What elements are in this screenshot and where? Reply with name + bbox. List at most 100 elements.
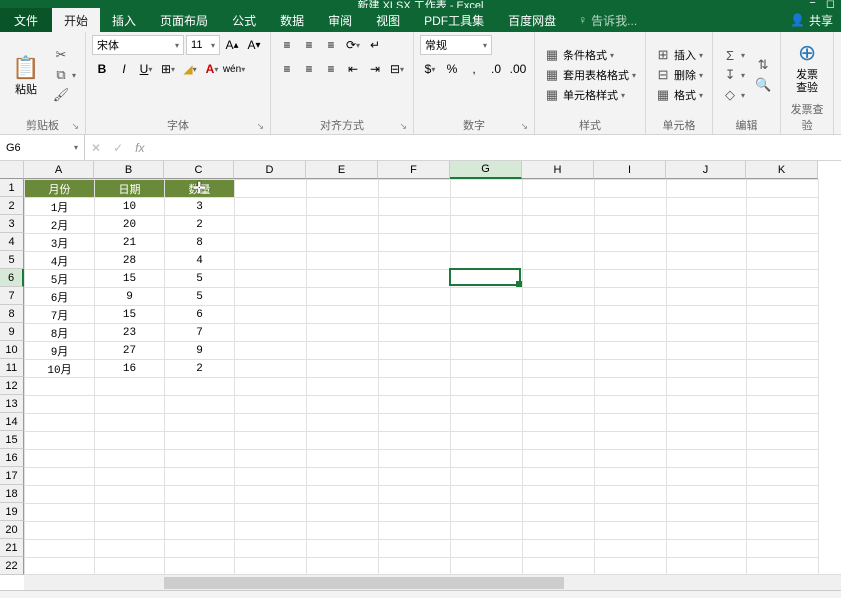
cell[interactable] — [451, 198, 523, 216]
cell[interactable] — [235, 378, 307, 396]
copy-button[interactable]: ⧉▾ — [50, 66, 79, 84]
sheet-tabbar[interactable] — [0, 590, 841, 598]
launcher-icon[interactable]: ↘ — [520, 121, 528, 132]
cell[interactable] — [667, 270, 747, 288]
cell[interactable]: 15 — [95, 306, 165, 324]
cell[interactable] — [25, 540, 95, 558]
cell[interactable]: 28 — [95, 252, 165, 270]
cell[interactable] — [747, 216, 819, 234]
cell[interactable] — [523, 486, 595, 504]
cell[interactable]: 4月 — [25, 252, 95, 270]
cell[interactable] — [523, 306, 595, 324]
cell[interactable] — [667, 216, 747, 234]
cell[interactable] — [451, 450, 523, 468]
cell[interactable] — [523, 468, 595, 486]
italic-button[interactable]: I — [114, 59, 134, 79]
indent-dec-button[interactable]: ⇤ — [343, 59, 363, 79]
cell[interactable] — [523, 342, 595, 360]
cell[interactable] — [451, 234, 523, 252]
cell[interactable] — [307, 558, 379, 576]
cell[interactable] — [307, 522, 379, 540]
cell[interactable] — [235, 234, 307, 252]
cell[interactable]: 15 — [95, 270, 165, 288]
cell[interactable]: 10月 — [25, 360, 95, 378]
cell[interactable]: 2 — [165, 216, 235, 234]
cell[interactable] — [667, 378, 747, 396]
cell[interactable] — [667, 504, 747, 522]
col-header-D[interactable]: D — [234, 161, 306, 179]
cell[interactable] — [451, 504, 523, 522]
tab-home[interactable]: 开始 — [52, 8, 100, 32]
cell[interactable] — [307, 396, 379, 414]
cell[interactable] — [667, 414, 747, 432]
cell[interactable] — [523, 396, 595, 414]
cell[interactable] — [523, 414, 595, 432]
cell[interactable]: 10 — [95, 198, 165, 216]
cell[interactable] — [379, 198, 451, 216]
comma-button[interactable]: , — [464, 59, 484, 79]
cell[interactable] — [747, 558, 819, 576]
cell[interactable] — [667, 198, 747, 216]
cell[interactable] — [307, 468, 379, 486]
cell[interactable] — [307, 234, 379, 252]
cell[interactable]: 8月 — [25, 324, 95, 342]
spreadsheet-grid[interactable]: ABCDEFGHIJK 1234567891011121314151617181… — [0, 161, 841, 598]
cell[interactable] — [95, 558, 165, 576]
invoice-check-button[interactable]: ⊕ 发票查验 — [787, 35, 827, 99]
cell[interactable]: 27 — [95, 342, 165, 360]
cell[interactable] — [379, 234, 451, 252]
cell[interactable] — [307, 450, 379, 468]
cell[interactable]: 6月 — [25, 288, 95, 306]
tab-formulas[interactable]: 公式 — [220, 8, 268, 32]
cell[interactable] — [379, 558, 451, 576]
cell[interactable]: 5 — [165, 270, 235, 288]
cell[interactable] — [165, 540, 235, 558]
cell[interactable]: 5月 — [25, 270, 95, 288]
cell[interactable]: 9 — [95, 288, 165, 306]
tab-review[interactable]: 审阅 — [316, 8, 364, 32]
format-painter-button[interactable]: 🖌 — [50, 86, 79, 104]
cell[interactable] — [235, 180, 307, 198]
col-header-A[interactable]: A — [24, 161, 94, 179]
col-header-B[interactable]: B — [94, 161, 164, 179]
cell[interactable] — [379, 180, 451, 198]
row-header-14[interactable]: 14 — [0, 413, 24, 431]
cell[interactable] — [747, 252, 819, 270]
row-header-17[interactable]: 17 — [0, 467, 24, 485]
tab-layout[interactable]: 页面布局 — [148, 8, 220, 32]
cell[interactable] — [595, 324, 667, 342]
merge-button[interactable]: ⊟▾ — [387, 59, 407, 79]
cell[interactable] — [379, 504, 451, 522]
tab-netdisk[interactable]: 百度网盘 — [496, 8, 568, 32]
cell[interactable] — [307, 306, 379, 324]
cell[interactable] — [379, 486, 451, 504]
cell[interactable] — [379, 216, 451, 234]
cut-button[interactable]: ✂ — [50, 46, 79, 64]
cell[interactable] — [523, 432, 595, 450]
cell[interactable] — [595, 540, 667, 558]
row-header-8[interactable]: 8 — [0, 305, 24, 323]
cell[interactable] — [307, 486, 379, 504]
cell[interactable] — [379, 414, 451, 432]
cell[interactable] — [523, 270, 595, 288]
currency-button[interactable]: $▾ — [420, 59, 440, 79]
cell[interactable] — [451, 270, 523, 288]
cell[interactable] — [523, 252, 595, 270]
col-header-I[interactable]: I — [594, 161, 666, 179]
cell[interactable] — [595, 216, 667, 234]
row-header-21[interactable]: 21 — [0, 539, 24, 557]
cell[interactable] — [307, 432, 379, 450]
table-format-button[interactable]: ▦套用表格格式▾ — [541, 66, 639, 84]
cell[interactable]: 6 — [165, 306, 235, 324]
sum-button[interactable]: Σ▾ — [719, 46, 748, 64]
cell[interactable] — [451, 540, 523, 558]
col-header-F[interactable]: F — [378, 161, 450, 179]
cell[interactable] — [747, 288, 819, 306]
tab-insert[interactable]: 插入 — [100, 8, 148, 32]
cell[interactable] — [307, 504, 379, 522]
cell[interactable] — [307, 324, 379, 342]
cell[interactable] — [307, 378, 379, 396]
cell[interactable] — [165, 378, 235, 396]
insert-cells-button[interactable]: ⊞插入▾ — [652, 46, 706, 64]
cell[interactable] — [235, 216, 307, 234]
